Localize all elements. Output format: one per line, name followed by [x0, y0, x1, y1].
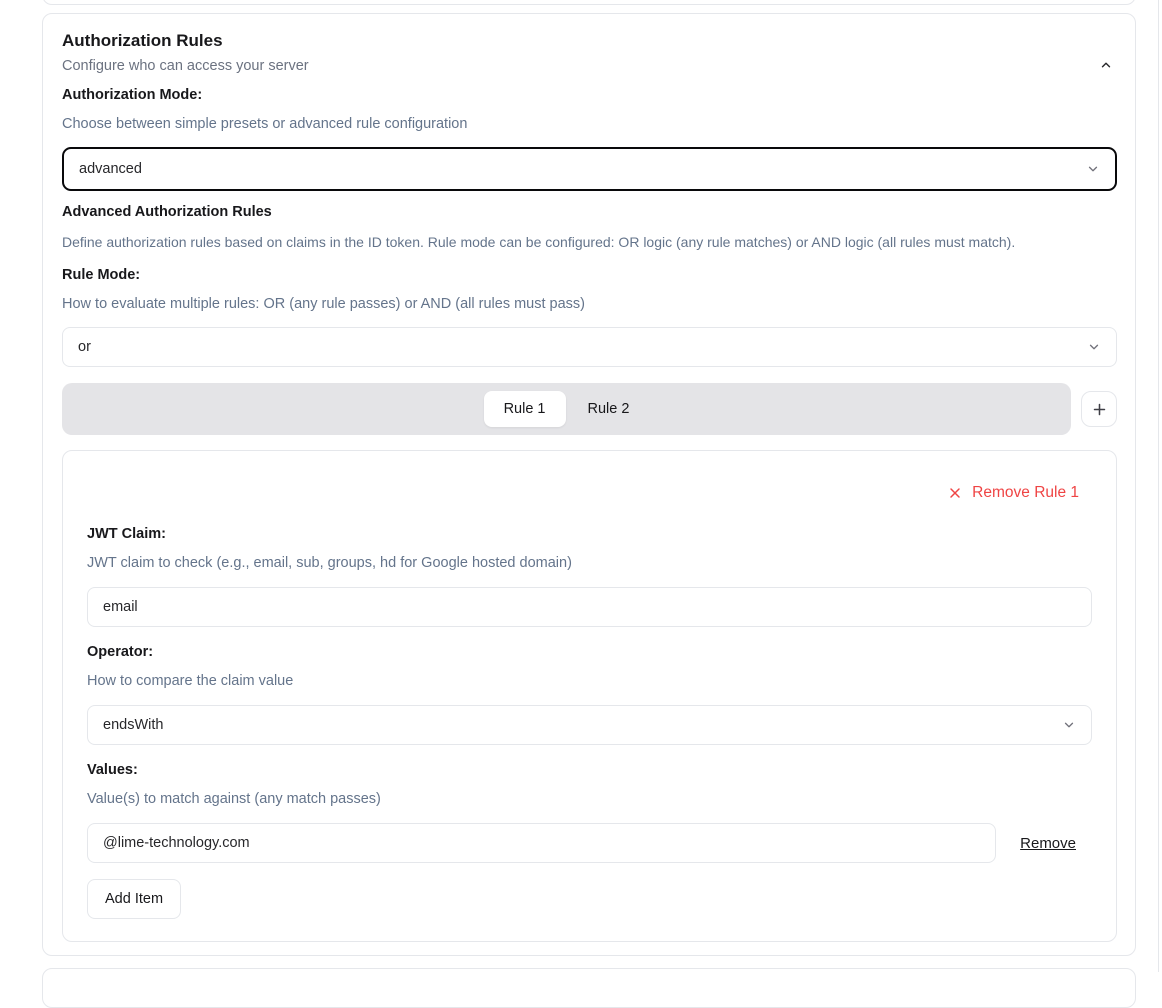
rule-mode-label: Rule Mode: — [62, 265, 1117, 285]
card-subtitle: Configure who can access your server — [62, 56, 1117, 76]
value-item-row: Remove — [87, 823, 1092, 863]
advanced-rules-description: Define authorization rules based on clai… — [62, 232, 1117, 252]
remove-value-link[interactable]: Remove — [1020, 835, 1076, 852]
plus-icon — [1091, 401, 1108, 418]
chevron-down-icon — [1086, 162, 1100, 176]
page-title: Authorization Rules — [62, 29, 1117, 53]
remove-rule-row: Remove Rule 1 — [87, 483, 1092, 503]
remove-rule-label: Remove Rule 1 — [972, 483, 1079, 503]
collapse-section-button[interactable] — [1093, 52, 1119, 78]
operator-label: Operator: — [87, 642, 1092, 662]
operator-value: endsWith — [103, 717, 163, 733]
rule-1-panel: Remove Rule 1 JWT Claim: JWT claim to ch… — [62, 450, 1117, 942]
authorization-mode-select[interactable]: advanced — [62, 147, 1117, 191]
chevron-down-icon — [1062, 718, 1076, 732]
tab-rule-2[interactable]: Rule 2 — [568, 391, 650, 427]
authorization-mode-label: Authorization Mode: — [62, 85, 1117, 105]
operator-select[interactable]: endsWith — [87, 705, 1092, 745]
authorization-mode-value: advanced — [79, 161, 142, 177]
rule-mode-select[interactable]: or — [62, 327, 1117, 367]
rule-tabs-row: Rule 1 Rule 2 — [62, 383, 1117, 435]
jwt-claim-label: JWT Claim: — [87, 524, 1092, 544]
chevron-up-icon — [1099, 58, 1113, 72]
operator-description: How to compare the claim value — [87, 671, 1092, 691]
value-input[interactable] — [87, 823, 996, 863]
authorization-rules-card: Authorization Rules Configure who can ac… — [42, 13, 1136, 956]
values-label: Values: — [87, 760, 1092, 780]
add-item-button[interactable]: Add Item — [87, 879, 181, 919]
authorization-mode-description: Choose between simple presets or advance… — [62, 114, 1117, 134]
tab-rule-1[interactable]: Rule 1 — [484, 391, 566, 427]
add-rule-button[interactable] — [1081, 391, 1117, 427]
jwt-claim-description: JWT claim to check (e.g., email, sub, gr… — [87, 553, 1092, 573]
chevron-down-icon — [1087, 340, 1101, 354]
rule-mode-value: or — [78, 339, 91, 355]
jwt-claim-input[interactable] — [87, 587, 1092, 627]
rule-tabs-list: Rule 1 Rule 2 — [62, 383, 1071, 435]
values-description: Value(s) to match against (any match pas… — [87, 789, 1092, 809]
remove-rule-button[interactable]: Remove Rule 1 — [947, 483, 1092, 503]
rule-mode-description: How to evaluate multiple rules: OR (any … — [62, 294, 1117, 314]
next-card-edge — [42, 968, 1136, 1008]
content-right-border — [1158, 0, 1159, 972]
x-icon — [947, 485, 963, 501]
advanced-rules-label: Advanced Authorization Rules — [62, 202, 1117, 222]
previous-card-edge — [42, 0, 1136, 5]
